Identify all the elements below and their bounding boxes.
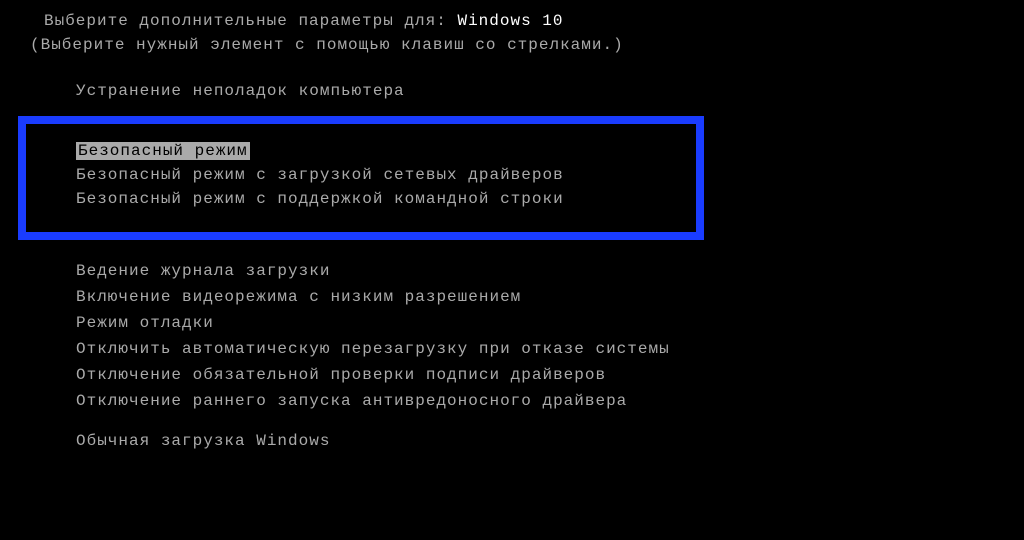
menu-item-disable-driver-sig[interactable]: Отключение обязательной проверки подписи… bbox=[0, 366, 1024, 384]
menu-item-low-res-video[interactable]: Включение видеорежима с низким разрешени… bbox=[0, 288, 1024, 306]
menu-item-debug-mode[interactable]: Режим отладки bbox=[0, 314, 1024, 332]
menu-item-safe-mode-cmd[interactable]: Безопасный режим с поддержкой командной … bbox=[26, 190, 696, 208]
menu-item-boot-logging[interactable]: Ведение журнала загрузки bbox=[0, 262, 1024, 280]
menu-item-repair[interactable]: Устранение неполадок компьютера bbox=[0, 82, 1024, 100]
safe-mode-highlight-box: Безопасный режим Безопасный режим с загр… bbox=[18, 116, 704, 240]
menu-item-safe-mode-networking[interactable]: Безопасный режим с загрузкой сетевых дра… bbox=[26, 166, 696, 184]
header-prefix: Выберите дополнительные параметры для: bbox=[44, 12, 447, 30]
boot-menu-header: Выберите дополнительные параметры для: W… bbox=[0, 12, 1024, 30]
menu-item-disable-auto-restart[interactable]: Отключить автоматическую перезагрузку пр… bbox=[0, 340, 1024, 358]
os-name: Windows 10 bbox=[457, 12, 563, 30]
instruction-text: (Выберите нужный элемент с помощью клави… bbox=[0, 36, 1024, 54]
menu-item-normal-boot[interactable]: Обычная загрузка Windows bbox=[0, 432, 1024, 450]
menu-item-safe-mode[interactable]: Безопасный режим bbox=[76, 142, 250, 160]
menu-item-disable-antimalware[interactable]: Отключение раннего запуска антивредоносн… bbox=[0, 392, 1024, 410]
